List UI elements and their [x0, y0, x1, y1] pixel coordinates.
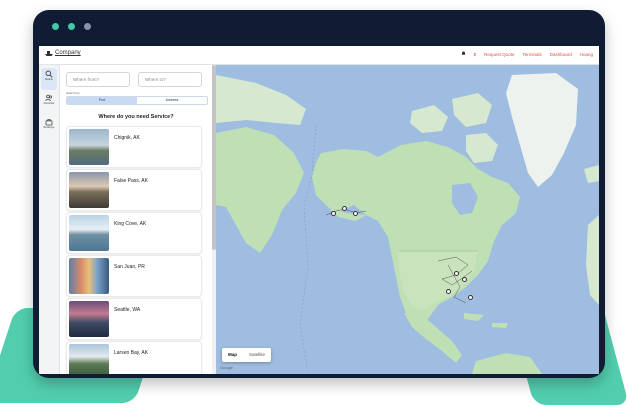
- location-name: King Cove, AK: [114, 221, 147, 227]
- users-icon: [45, 94, 53, 102]
- window-dot-1: [52, 23, 59, 30]
- location-card[interactable]: King Cove, AK: [66, 212, 202, 254]
- location-photo: [69, 215, 109, 251]
- service-heading: Where do you need Service?: [98, 114, 174, 120]
- device-frame: Company $ Request Quote Terminals Dashbo…: [33, 10, 605, 378]
- location-card[interactable]: San Juan, PR: [66, 255, 202, 297]
- rail-label-search: Search: [44, 78, 54, 81]
- map-attribution: Google: [220, 365, 233, 370]
- top-nav: Company $ Request Quote Terminals Dashbo…: [39, 46, 599, 65]
- location-photo: [69, 344, 109, 374]
- map-marker[interactable]: [331, 211, 336, 216]
- location-photo: [69, 172, 109, 208]
- nav-link-terminals[interactable]: Terminals: [522, 52, 541, 57]
- map-type-map[interactable]: Map: [222, 348, 243, 362]
- rail-item-bookings[interactable]: Bookings: [41, 116, 57, 138]
- ship-icon: [45, 51, 53, 56]
- map-canvas: [216, 73, 599, 374]
- search-panel: Where from? Where to? Search by: Port Ad…: [60, 65, 212, 374]
- search-by-toggle: Port Address: [66, 96, 208, 105]
- brand-name: Company: [55, 50, 81, 56]
- rail-item-search[interactable]: Search: [41, 68, 57, 90]
- map-marker[interactable]: [462, 277, 467, 282]
- rail-label-favorites: Favorites: [43, 102, 55, 105]
- location-name: Seattle, WA: [114, 307, 141, 313]
- location-card[interactable]: Chignik, AK: [66, 126, 202, 168]
- side-rail: Search Favorites Bookings: [39, 65, 60, 374]
- location-name: Larsen Bay, AK: [114, 350, 149, 356]
- search-by-port[interactable]: Port: [67, 97, 137, 104]
- map-view[interactable]: Map Satellite Google: [216, 65, 599, 374]
- search-by-label: Search by:: [66, 91, 81, 95]
- map-marker[interactable]: [454, 271, 459, 276]
- rail-label-bookings: Bookings: [43, 126, 55, 129]
- location-name: Chignik, AK: [114, 135, 140, 141]
- nav-links: $ Request Quote Terminals Dashboard Hoan…: [461, 51, 593, 57]
- map-marker[interactable]: [342, 206, 347, 211]
- map-type-satellite[interactable]: Satellite: [243, 348, 271, 362]
- nav-link-dashboard[interactable]: Dashboard: [550, 52, 572, 57]
- rail-item-favorites[interactable]: Favorites: [41, 92, 57, 114]
- to-input[interactable]: Where to?: [138, 72, 202, 87]
- map-marker[interactable]: [446, 289, 451, 294]
- location-photo: [69, 301, 109, 337]
- location-card[interactable]: False Pass, AK: [66, 169, 202, 211]
- window-dot-3: [84, 23, 91, 30]
- location-photo: [69, 129, 109, 165]
- app-screen: Company $ Request Quote Terminals Dashbo…: [39, 46, 599, 374]
- briefcase-icon: [45, 119, 53, 126]
- nav-link-user[interactable]: Hoang: [580, 52, 593, 57]
- search-icon: [45, 70, 53, 78]
- brand-logo[interactable]: Company: [45, 50, 81, 56]
- bell-icon[interactable]: [461, 51, 466, 57]
- search-by-address[interactable]: Address: [137, 97, 207, 104]
- location-card[interactable]: Seattle, WA: [66, 298, 202, 340]
- location-name: San Juan, PR: [114, 264, 145, 270]
- location-name: False Pass, AK: [114, 178, 148, 184]
- map-marker[interactable]: [353, 211, 358, 216]
- map-marker[interactable]: [468, 295, 473, 300]
- window-dot-2: [68, 23, 75, 30]
- from-input[interactable]: Where from?: [66, 72, 130, 87]
- user-menu[interactable]: $: [474, 52, 477, 57]
- map-type-toggle: Map Satellite: [222, 348, 272, 362]
- nav-link-request-quote[interactable]: Request Quote: [484, 52, 514, 57]
- location-photo: [69, 258, 109, 294]
- location-card[interactable]: Larsen Bay, AK: [66, 341, 202, 374]
